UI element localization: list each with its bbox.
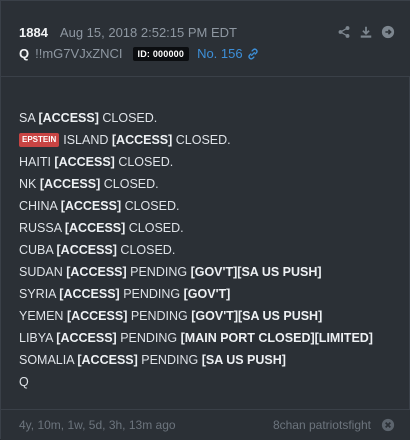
post-text: CLOSED. bbox=[125, 221, 184, 235]
close-circle-icon[interactable] bbox=[381, 418, 395, 432]
post-line: SYRIA [ACCESS] PENDING [GOV'T] bbox=[19, 283, 399, 305]
post-age: 4y, 10m, 1w, 5d, 3h, 13m ago bbox=[19, 418, 176, 432]
post-meta-row: 1884 Aug 15, 2018 2:52:15 PM EDT bbox=[19, 25, 237, 40]
post-text-bold: [ACCESS] bbox=[54, 155, 115, 169]
post-text: SOMALIA bbox=[19, 353, 78, 367]
post-text-bold: [ACCESS] bbox=[111, 133, 173, 147]
author-tripcode: !!mG7VJxZNCI bbox=[35, 46, 123, 61]
post-text: CLOSED. bbox=[114, 155, 174, 169]
post-text-bold: [ACCESS] bbox=[56, 243, 117, 257]
post-line: NK [ACCESS] CLOSED. bbox=[19, 173, 399, 195]
post-author-row: Q !!mG7VJxZNCI ID: 000000 No. 156 bbox=[19, 46, 260, 61]
post-card: 1884 Aug 15, 2018 2:52:15 PM EDT Q !!mG7… bbox=[0, 0, 410, 440]
post-text-bold: [ACCESS] bbox=[56, 331, 117, 345]
post-line: LIBYA [ACCESS] PENDING [MAIN PORT CLOSED… bbox=[19, 327, 399, 349]
post-line: YEMEN [ACCESS] PENDING [GOV'T][SA US PUS… bbox=[19, 305, 399, 327]
post-link-label: No. 156 bbox=[197, 46, 243, 61]
post-line: SUDAN [ACCESS] PENDING [GOV'T][SA US PUS… bbox=[19, 261, 399, 283]
post-text-bold: [ACCESS] bbox=[60, 199, 122, 213]
post-text: CLOSED. bbox=[116, 243, 176, 257]
post-text: SUDAN bbox=[19, 265, 67, 279]
post-footer: 4y, 10m, 1w, 5d, 3h, 13m ago 8chan patri… bbox=[1, 409, 410, 440]
id-badge: ID: 000000 bbox=[132, 46, 190, 61]
post-line: SOMALIA [ACCESS] PENDING [SA US PUSH] bbox=[19, 349, 399, 371]
post-text: CHINA bbox=[19, 199, 61, 213]
post-header: 1884 Aug 15, 2018 2:52:15 PM EDT Q !!mG7… bbox=[1, 1, 410, 77]
post-text: Q bbox=[19, 375, 29, 389]
post-text-bold: [GOV'T][SA US PUSH] bbox=[191, 309, 323, 323]
post-text: CLOSED. bbox=[98, 111, 158, 125]
post-text: PENDING bbox=[127, 309, 192, 323]
post-text-bold: [GOV'T][SA US PUSH] bbox=[190, 265, 322, 279]
share-icon[interactable] bbox=[337, 25, 351, 39]
post-text: ISLAND bbox=[63, 133, 112, 147]
post-line: EPSTEIN ISLAND [ACCESS] CLOSED. bbox=[19, 129, 399, 151]
author-name: Q bbox=[19, 46, 30, 61]
board-name[interactable]: 8chan patriotsfight bbox=[273, 418, 371, 432]
post-text: CUBA bbox=[19, 243, 57, 257]
post-text: CLOSED. bbox=[172, 133, 231, 147]
post-text-bold: [SA US PUSH] bbox=[201, 353, 286, 367]
post-text: LIBYA bbox=[19, 331, 57, 345]
post-line: RUSSA [ACCESS] CLOSED. bbox=[19, 217, 399, 239]
post-line: CHINA [ACCESS] CLOSED. bbox=[19, 195, 399, 217]
post-text: NK bbox=[19, 177, 40, 191]
post-body: SA [ACCESS] CLOSED. EPSTEIN ISLAND [ACCESS… bbox=[19, 107, 399, 393]
post-text: CLOSED. bbox=[121, 199, 180, 213]
post-text: HAITI bbox=[19, 155, 55, 169]
post-text: CLOSED. bbox=[100, 177, 159, 191]
post-text: PENDING bbox=[116, 331, 181, 345]
post-text: PENDING bbox=[137, 353, 202, 367]
arrow-right-circle-icon[interactable] bbox=[381, 25, 395, 39]
post-text: SA bbox=[19, 111, 39, 125]
post-text: PENDING bbox=[126, 265, 191, 279]
post-number-link[interactable]: No. 156 bbox=[197, 46, 260, 61]
post-line: SA [ACCESS] CLOSED. bbox=[19, 107, 399, 129]
post-text: PENDING bbox=[119, 287, 184, 301]
post-number[interactable]: 1884 bbox=[19, 25, 48, 40]
tag-badge[interactable]: EPSTEIN bbox=[19, 133, 60, 147]
post-line: Q bbox=[19, 371, 399, 393]
link-icon bbox=[246, 47, 260, 61]
post-text: YEMEN bbox=[19, 309, 67, 323]
post-text: RUSSA bbox=[19, 221, 65, 235]
post-timestamp: Aug 15, 2018 2:52:15 PM EDT bbox=[59, 25, 237, 40]
post-text: SYRIA bbox=[19, 287, 60, 301]
post-text-bold: [ACCESS] bbox=[66, 265, 127, 279]
post-text-bold: [MAIN PORT CLOSED][LIMITED] bbox=[180, 331, 373, 345]
post-text-bold: [ACCESS] bbox=[38, 111, 99, 125]
post-text-bold: [GOV'T] bbox=[183, 287, 231, 301]
post-text-bold: [ACCESS] bbox=[66, 309, 128, 323]
post-line: CUBA [ACCESS] CLOSED. bbox=[19, 239, 399, 261]
header-actions bbox=[337, 25, 395, 39]
post-text-bold: [ACCESS] bbox=[39, 177, 101, 191]
download-icon[interactable] bbox=[359, 25, 373, 39]
post-text-bold: [ACCESS] bbox=[59, 287, 120, 301]
post-line: HAITI [ACCESS] CLOSED. bbox=[19, 151, 399, 173]
post-text-bold: [ACCESS] bbox=[77, 353, 138, 367]
post-text-bold: [ACCESS] bbox=[64, 221, 126, 235]
